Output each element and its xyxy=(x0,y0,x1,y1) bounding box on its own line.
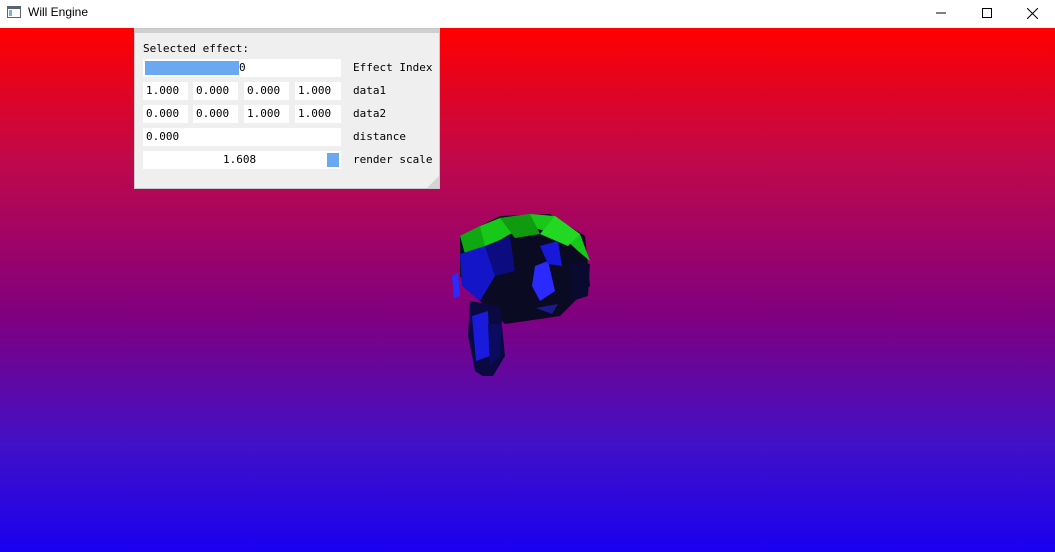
data2-label: data2 xyxy=(353,107,387,120)
app-window-icon xyxy=(7,6,21,18)
render-scale-value: 1.608 xyxy=(223,153,257,166)
distance-field[interactable]: 0.000 xyxy=(143,128,341,146)
minimize-button[interactable] xyxy=(918,0,964,26)
panel-title-bar[interactable] xyxy=(135,29,439,33)
effect-index-slider-grab[interactable] xyxy=(145,61,239,75)
close-icon xyxy=(1026,7,1038,19)
close-button[interactable] xyxy=(1009,0,1055,26)
render-scale-label: render scale xyxy=(353,153,433,166)
data1-y-field[interactable]: 0.000 xyxy=(193,82,238,100)
data2-x-field[interactable]: 0.000 xyxy=(143,105,188,123)
maximize-icon xyxy=(982,8,992,18)
panel-resize-grip[interactable] xyxy=(427,176,439,188)
data1-w-field[interactable]: 1.000 xyxy=(295,82,341,100)
effect-debug-panel[interactable]: Selected effect: 0 Effect Index 1.000 0.… xyxy=(134,28,440,189)
window-title: Will Engine xyxy=(28,5,89,19)
effect-index-slider[interactable]: 0 xyxy=(143,59,341,77)
render-scale-row: 1.608 render scale xyxy=(143,151,433,169)
selected-effect-label: Selected effect: xyxy=(143,42,249,55)
data2-y-field[interactable]: 0.000 xyxy=(193,105,238,123)
data1-x-field[interactable]: 1.000 xyxy=(143,82,188,100)
effect-index-value: 0 xyxy=(239,61,246,74)
data2-z-field[interactable]: 1.000 xyxy=(244,105,289,123)
effect-index-row: 0 Effect Index xyxy=(143,59,433,77)
maximize-button[interactable] xyxy=(964,0,1010,26)
app-window: Will Engine Selected effect: 0 Effect In… xyxy=(0,0,1055,552)
distance-row: 0.000 distance xyxy=(143,128,433,146)
render-scale-slider[interactable]: 1.608 xyxy=(143,151,341,169)
title-bar[interactable]: Will Engine xyxy=(0,0,1055,26)
minimize-icon xyxy=(936,12,946,14)
data1-label: data1 xyxy=(353,84,387,97)
data2-row: 0.000 0.000 1.000 1.000 data2 xyxy=(143,105,433,123)
data1-row: 1.000 0.000 0.000 1.000 data1 xyxy=(143,82,433,100)
data2-w-field[interactable]: 1.000 xyxy=(295,105,341,123)
monkey-head-model xyxy=(452,214,590,376)
render-scale-slider-grab[interactable] xyxy=(327,153,339,167)
data1-z-field[interactable]: 0.000 xyxy=(244,82,289,100)
distance-label: distance xyxy=(353,130,406,143)
effect-index-label: Effect Index xyxy=(353,61,433,74)
